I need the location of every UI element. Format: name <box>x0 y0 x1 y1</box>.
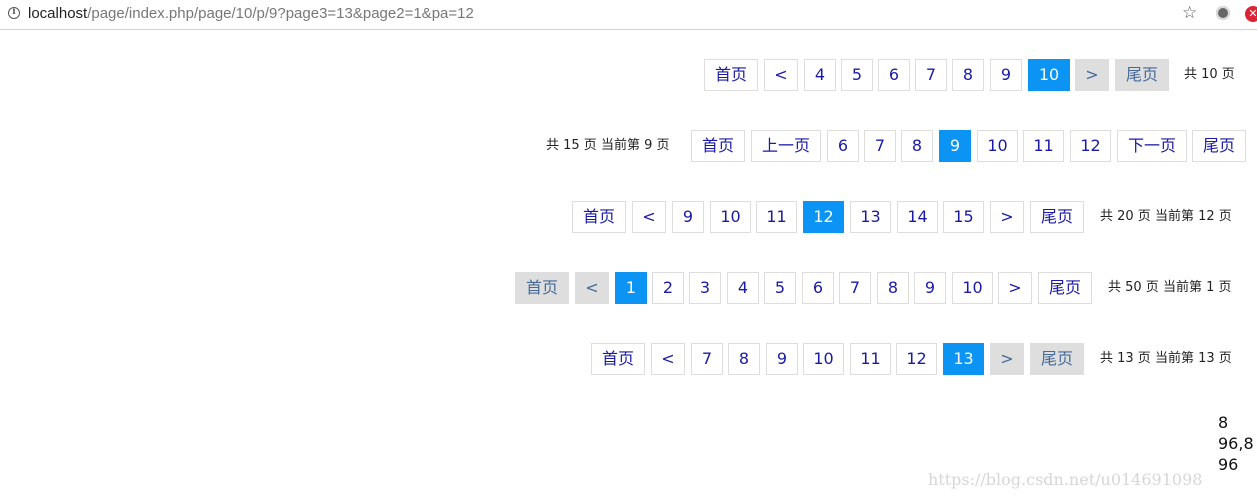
pager-3-page-button[interactable]: 14 <box>897 201 938 233</box>
pager-1-page-button[interactable]: 6 <box>878 59 910 91</box>
pager-4-page-button[interactable]: 10 <box>952 272 993 304</box>
pager-2: 共 15 页 当前第 9 页 首页 上一页 6 7 8 9 10 11 12 下… <box>0 130 1257 164</box>
pager-2-current-page: 9 <box>939 130 971 162</box>
pager-2-prev-button[interactable]: 上一页 <box>751 130 821 162</box>
pager-1-prev-button[interactable]: < <box>764 59 798 91</box>
pager-2-page-button[interactable]: 8 <box>901 130 933 162</box>
output-line: 8 <box>1218 413 1229 432</box>
output-line: 96,8 <box>1218 434 1254 453</box>
pager-5-summary: 共 13 页 当前第 13 页 <box>1100 351 1232 366</box>
pager-4-page-button[interactable]: 4 <box>727 272 759 304</box>
url-path: /page/index.php/page/10/p/9?page3=13&pag… <box>87 5 474 22</box>
info-icon[interactable]: i <box>8 7 20 19</box>
pager-5-page-button[interactable]: 9 <box>766 343 798 375</box>
pager-5-page-button[interactable]: 8 <box>728 343 760 375</box>
pager-4-page-button[interactable]: 7 <box>839 272 871 304</box>
bookmark-star-icon[interactable]: ☆ <box>1182 3 1197 23</box>
pager-3-page-button[interactable]: 9 <box>672 201 704 233</box>
pager-4-page-button[interactable]: 5 <box>764 272 796 304</box>
pager-1: 首页 < 4 5 6 7 8 9 10 > 尾页 共 10 页 <box>0 59 1257 93</box>
pager-2-last-button[interactable]: 尾页 <box>1192 130 1246 162</box>
pager-2-first-button[interactable]: 首页 <box>691 130 745 162</box>
pager-1-page-button[interactable]: 8 <box>952 59 984 91</box>
stop-icon[interactable]: ✕ <box>1245 6 1257 22</box>
pager-2-page-button[interactable]: 11 <box>1023 130 1064 162</box>
pager-2-page-button[interactable]: 12 <box>1070 130 1111 162</box>
pager-1-page-button[interactable]: 7 <box>915 59 947 91</box>
pager-4-last-button[interactable]: 尾页 <box>1038 272 1092 304</box>
pager-3-summary: 共 20 页 当前第 12 页 <box>1100 209 1232 224</box>
pager-5-last-button: 尾页 <box>1030 343 1084 375</box>
pager-1-next-button: > <box>1075 59 1109 91</box>
address-bar[interactable]: i localhost/page/index.php/page/10/p/9?p… <box>0 0 1257 30</box>
pager-1-summary: 共 10 页 <box>1184 67 1235 82</box>
url-host: localhost <box>28 5 88 22</box>
pager-3-current-page: 12 <box>803 201 844 233</box>
pager-5-page-button[interactable]: 7 <box>691 343 723 375</box>
watermark: https://blog.csdn.net/u014691098 <box>928 470 1203 489</box>
pager-3-page-button[interactable]: 15 <box>943 201 984 233</box>
output-line: 96 <box>1218 455 1239 474</box>
pager-4-page-button[interactable]: 3 <box>689 272 721 304</box>
pager-3: 首页 < 9 10 11 12 13 14 15 > 尾页 共 20 页 当前第… <box>0 201 1257 235</box>
pager-4-first-button: 首页 <box>515 272 569 304</box>
pager-5-next-button: > <box>990 343 1024 375</box>
pager-4-page-button[interactable]: 9 <box>914 272 946 304</box>
pager-1-first-button[interactable]: 首页 <box>704 59 758 91</box>
extension-icon[interactable] <box>1216 6 1230 20</box>
pager-4-current-page: 1 <box>615 272 647 304</box>
url-text[interactable]: localhost/page/index.php/page/10/p/9?pag… <box>28 5 474 22</box>
pager-4-page-button[interactable]: 2 <box>652 272 684 304</box>
pager-2-page-button[interactable]: 7 <box>864 130 896 162</box>
pager-5-current-page: 13 <box>943 343 984 375</box>
pager-4-page-button[interactable]: 8 <box>877 272 909 304</box>
pager-3-page-button[interactable]: 10 <box>710 201 751 233</box>
pager-3-first-button[interactable]: 首页 <box>572 201 626 233</box>
pager-3-page-button[interactable]: 13 <box>850 201 891 233</box>
pager-3-prev-button[interactable]: < <box>632 201 666 233</box>
pager-1-page-button[interactable]: 4 <box>804 59 836 91</box>
pager-3-next-button[interactable]: > <box>990 201 1024 233</box>
pager-1-page-button[interactable]: 5 <box>841 59 873 91</box>
pager-2-page-button[interactable]: 6 <box>827 130 859 162</box>
pager-5-first-button[interactable]: 首页 <box>591 343 645 375</box>
pager-3-page-button[interactable]: 11 <box>756 201 797 233</box>
pager-5-page-button[interactable]: 12 <box>896 343 937 375</box>
pager-3-last-button[interactable]: 尾页 <box>1030 201 1084 233</box>
pager-2-summary: 共 15 页 当前第 9 页 <box>546 138 670 153</box>
pager-5-page-button[interactable]: 10 <box>803 343 844 375</box>
pager-5: 首页 < 7 8 9 10 11 12 13 > 尾页 共 13 页 当前第 1… <box>0 343 1257 377</box>
pager-4-next-button[interactable]: > <box>998 272 1032 304</box>
pager-2-page-button[interactable]: 10 <box>977 130 1018 162</box>
pager-2-next-button[interactable]: 下一页 <box>1117 130 1187 162</box>
pager-4: 首页 < 1 2 3 4 5 6 7 8 9 10 > 尾页 共 50 页 当前… <box>0 272 1257 306</box>
pager-1-current-page: 10 <box>1028 59 1070 91</box>
pager-4-prev-button: < <box>575 272 609 304</box>
pager-1-page-button[interactable]: 9 <box>990 59 1022 91</box>
pager-4-page-button[interactable]: 6 <box>802 272 834 304</box>
pager-5-page-button[interactable]: 11 <box>850 343 891 375</box>
pager-5-prev-button[interactable]: < <box>651 343 685 375</box>
pager-4-summary: 共 50 页 当前第 1 页 <box>1108 280 1232 295</box>
pager-1-last-button: 尾页 <box>1115 59 1169 91</box>
